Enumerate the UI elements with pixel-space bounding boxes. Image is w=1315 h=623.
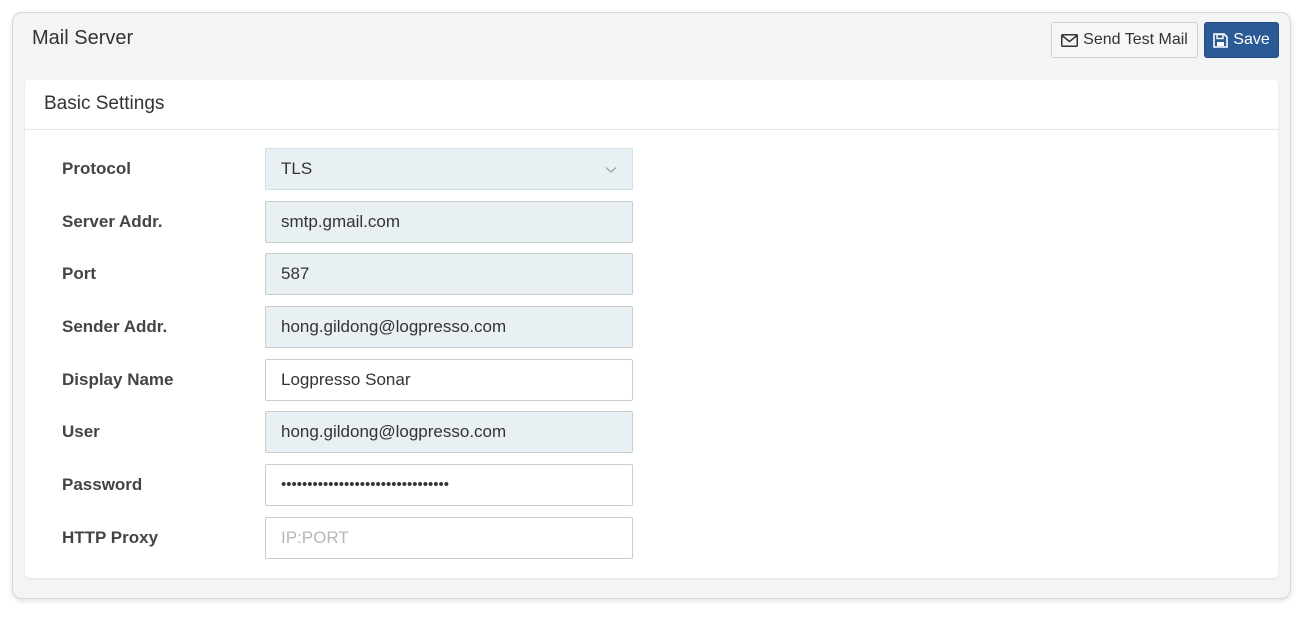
chevron-down-icon [605, 159, 617, 179]
server-addr-label: Server Addr. [62, 212, 163, 231]
basic-settings-card: Basic Settings Protocol TLS Server Addr.… [25, 80, 1278, 578]
http-proxy-label: HTTP Proxy [62, 528, 159, 547]
protocol-value: TLS [281, 159, 313, 178]
card-title: Basic Settings [25, 80, 1278, 130]
password-input[interactable]: •••••••••••••••••••••••••••••••• [265, 464, 633, 506]
user-input[interactable] [265, 411, 633, 453]
sender-addr-input[interactable] [265, 306, 633, 348]
save-button[interactable]: Save [1204, 22, 1279, 58]
protocol-select[interactable]: TLS [265, 148, 633, 190]
protocol-row: Protocol TLS [25, 148, 1278, 190]
protocol-label: Protocol [62, 159, 131, 178]
password-label: Password [62, 475, 143, 494]
envelope-icon [1061, 33, 1079, 47]
password-row: Password •••••••••••••••••••••••••••••••… [25, 464, 1278, 506]
display-name-input[interactable] [265, 359, 633, 401]
user-label: User [62, 422, 100, 441]
display-name-label: Display Name [62, 370, 174, 389]
panel-title: Mail Server [32, 27, 134, 49]
send-test-mail-label: Send Test Mail [1083, 31, 1188, 48]
send-test-mail-button[interactable]: Send Test Mail [1051, 22, 1198, 58]
server-addr-input[interactable] [265, 201, 633, 243]
display-name-row: Display Name [25, 359, 1278, 401]
save-label: Save [1233, 31, 1270, 48]
port-row: Port [25, 253, 1278, 295]
mail-server-panel: Mail Server Send Test Mail Save Basic Se… [12, 12, 1291, 599]
sender-addr-row: Sender Addr. [25, 306, 1278, 348]
user-row: User [25, 411, 1278, 453]
port-label: Port [62, 264, 96, 283]
http-proxy-input[interactable] [265, 517, 633, 559]
port-input[interactable] [265, 253, 633, 295]
floppy-disk-icon [1213, 32, 1229, 48]
sender-addr-label: Sender Addr. [62, 317, 168, 336]
http-proxy-row: HTTP Proxy [25, 517, 1278, 559]
server-addr-row: Server Addr. [25, 201, 1278, 243]
